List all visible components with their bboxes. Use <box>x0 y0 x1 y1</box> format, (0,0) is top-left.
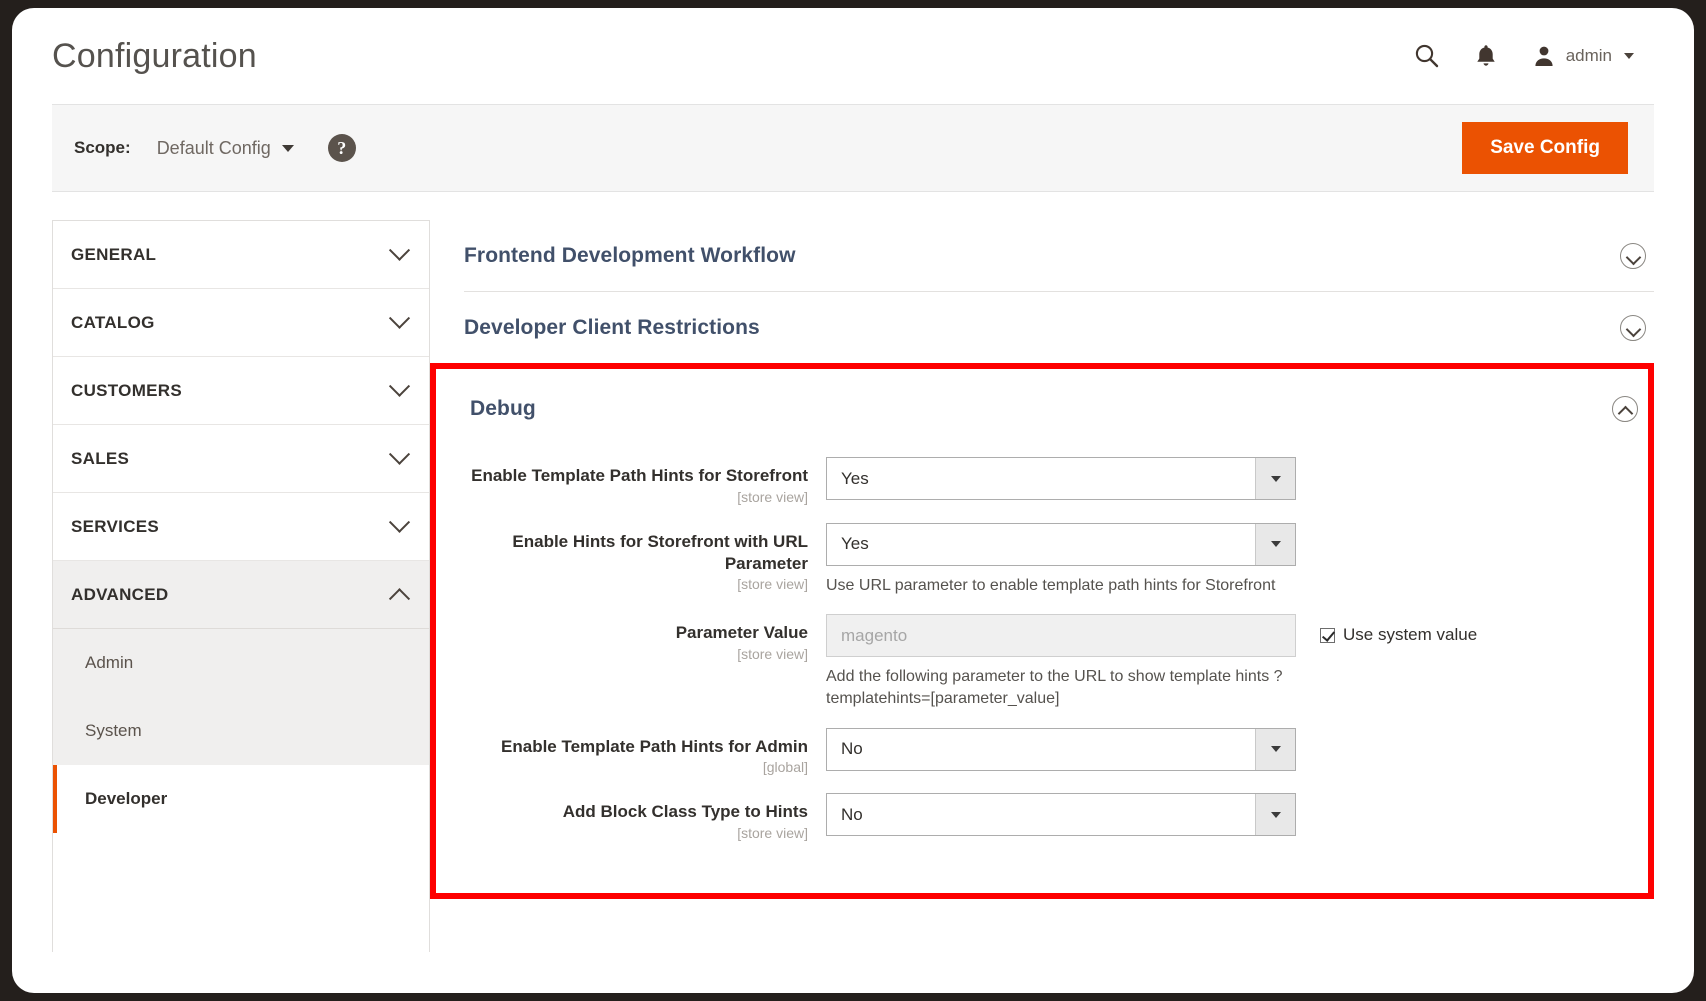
chevron-down-icon <box>1624 53 1634 59</box>
field-control-wrap: Yes <box>826 457 1296 500</box>
section-title: Frontend Development Workflow <box>464 243 796 267</box>
chevron-down-icon[interactable] <box>1255 523 1295 565</box>
chevron-down-icon <box>388 375 411 397</box>
field-note: Use URL parameter to enable template pat… <box>826 576 1276 594</box>
parameter-value-input[interactable] <box>826 614 1296 658</box>
field-scope-hint: [store view] <box>737 825 808 842</box>
field-scope-hint: [store view] <box>737 488 808 505</box>
use-system-value-wrap[interactable]: Use system value <box>1296 614 1477 645</box>
field-label-wrap: Enable Template Path Hints for Admin [gl… <box>470 728 826 776</box>
user-menu[interactable]: admin <box>1532 44 1634 68</box>
chevron-down-icon <box>388 443 411 465</box>
sidebar-item-label: CATALOG <box>71 312 155 332</box>
user-avatar-icon <box>1532 44 1556 68</box>
select-value: Yes <box>841 468 869 488</box>
select-enable-hints-for-storefront-with-url-parameter[interactable]: Yes <box>826 522 1296 566</box>
field-label-wrap: Parameter Value [store view] <box>470 614 826 662</box>
field-parameter-value: Parameter Value [store view] Add the fol… <box>470 614 1648 709</box>
field-label: Add Block Class Type to Hints <box>562 802 808 822</box>
sidebar-item-label: SERVICES <box>71 516 160 536</box>
field-scope-hint: [global] <box>762 759 808 776</box>
section-frontend-development-workflow[interactable]: Frontend Development Workflow <box>464 220 1654 292</box>
section-title: Debug <box>470 397 536 420</box>
chevron-down-circle-icon[interactable] <box>1620 242 1646 269</box>
field-label: Parameter Value <box>675 623 808 643</box>
section-title: Developer Client Restrictions <box>464 315 760 339</box>
debug-fieldset: Enable Template Path Hints for Storefron… <box>470 449 1648 893</box>
select-enable-template-path-hints-for-admin[interactable]: No <box>826 727 1296 771</box>
field-scope-hint: [store view] <box>737 576 808 593</box>
field-enable-template-path-hints-for-storefront: Enable Template Path Hints for Storefron… <box>470 457 1648 505</box>
sidebar-item-label: ADVANCED <box>71 584 169 604</box>
chevron-down-icon <box>388 511 411 533</box>
header-actions: admin <box>1414 43 1654 69</box>
user-name: admin <box>1565 46 1612 65</box>
sidebar-item-services[interactable]: SERVICES <box>53 493 429 561</box>
section-developer-client-restrictions[interactable]: Developer Client Restrictions <box>464 292 1654 364</box>
config-sidebar: GENERAL CATALOG CUSTOMERS SALES SERVICES… <box>52 220 430 952</box>
field-control-wrap: No <box>826 727 1296 771</box>
chevron-down-icon[interactable] <box>1255 728 1295 770</box>
section-debug[interactable]: Debug <box>470 369 1648 449</box>
use-system-value-checkbox[interactable] <box>1320 628 1335 644</box>
sidebar-item-customers[interactable]: CUSTOMERS <box>53 357 429 425</box>
field-label-wrap: Enable Hints for Storefront with URL Par… <box>470 523 826 593</box>
select-enable-template-path-hints-for-storefront[interactable]: Yes <box>826 457 1296 500</box>
debug-section-highlight: Debug Enable Template Path Hints for Sto… <box>430 363 1654 900</box>
admin-page: Configuration admin Scope: Default Confi… <box>12 8 1694 993</box>
search-icon[interactable] <box>1414 43 1440 69</box>
page-title: Configuration <box>52 37 257 75</box>
field-scope-hint: [store view] <box>737 646 808 663</box>
sidebar-item-label: SALES <box>71 448 130 468</box>
field-label-wrap: Add Block Class Type to Hints [store vie… <box>470 793 826 841</box>
field-control-wrap: Yes Use URL parameter to enable template… <box>826 522 1296 597</box>
sidebar-item-catalog[interactable]: CATALOG <box>53 289 429 357</box>
field-note: Add the following parameter to the URL t… <box>826 668 1283 707</box>
bell-icon[interactable] <box>1474 43 1498 69</box>
chevron-down-circle-icon[interactable] <box>1620 314 1646 341</box>
sidebar-item-general[interactable]: GENERAL <box>53 221 429 289</box>
field-enable-hints-for-storefront-with-url-parameter: Enable Hints for Storefront with URL Par… <box>470 522 1648 597</box>
sidebar-item-developer[interactable]: Developer <box>53 765 429 833</box>
sidebar-item-label: GENERAL <box>71 244 157 264</box>
chevron-down-icon <box>388 307 411 329</box>
field-add-block-class-type-to-hints: Add Block Class Type to Hints [store vie… <box>470 793 1648 841</box>
use-system-value-label: Use system value <box>1343 625 1478 645</box>
scope-label: Scope: <box>74 138 131 157</box>
sidebar-item-admin[interactable]: Admin <box>53 629 429 697</box>
sidebar-advanced-sublist: Admin System Developer <box>53 629 429 833</box>
field-label: Enable Template Path Hints for Storefron… <box>471 466 808 485</box>
chevron-down-icon[interactable] <box>1255 794 1295 836</box>
select-value: No <box>841 739 863 759</box>
select-value: No <box>841 804 863 824</box>
chevron-down-icon[interactable] <box>1255 458 1295 499</box>
config-main: Frontend Development Workflow Developer … <box>430 220 1654 952</box>
question-mark-icon[interactable]: ? <box>327 134 356 162</box>
sidebar-item-sales[interactable]: SALES <box>53 425 429 493</box>
page-header: Configuration admin <box>12 8 1694 104</box>
field-enable-template-path-hints-for-admin: Enable Template Path Hints for Admin [gl… <box>470 727 1648 776</box>
chevron-down-icon <box>388 239 411 261</box>
chevron-up-icon <box>388 588 411 610</box>
sidebar-item-advanced[interactable]: ADVANCED <box>53 561 429 629</box>
scope-selected-value: Default Config <box>156 137 271 158</box>
page-body: GENERAL CATALOG CUSTOMERS SALES SERVICES… <box>12 192 1694 952</box>
save-config-button[interactable]: Save Config <box>1462 121 1628 175</box>
field-label-wrap: Enable Template Path Hints for Storefron… <box>470 457 826 505</box>
field-control-wrap: Add the following parameter to the URL t… <box>826 614 1296 709</box>
sidebar-item-label: CUSTOMERS <box>71 380 183 400</box>
chevron-down-icon <box>281 144 294 152</box>
scope-bar: Scope: Default Config ? Save Config <box>52 104 1654 192</box>
select-add-block-class-type-to-hints[interactable]: No <box>826 793 1296 837</box>
field-control-wrap: No <box>826 793 1296 837</box>
select-value: Yes <box>841 534 869 554</box>
field-label: Enable Hints for Storefront with URL Par… <box>512 531 808 573</box>
chevron-up-circle-icon[interactable] <box>1612 396 1638 422</box>
sidebar-item-system[interactable]: System <box>53 697 429 765</box>
scope-selector[interactable]: Default Config <box>157 138 294 159</box>
field-label: Enable Template Path Hints for Admin <box>501 736 808 756</box>
